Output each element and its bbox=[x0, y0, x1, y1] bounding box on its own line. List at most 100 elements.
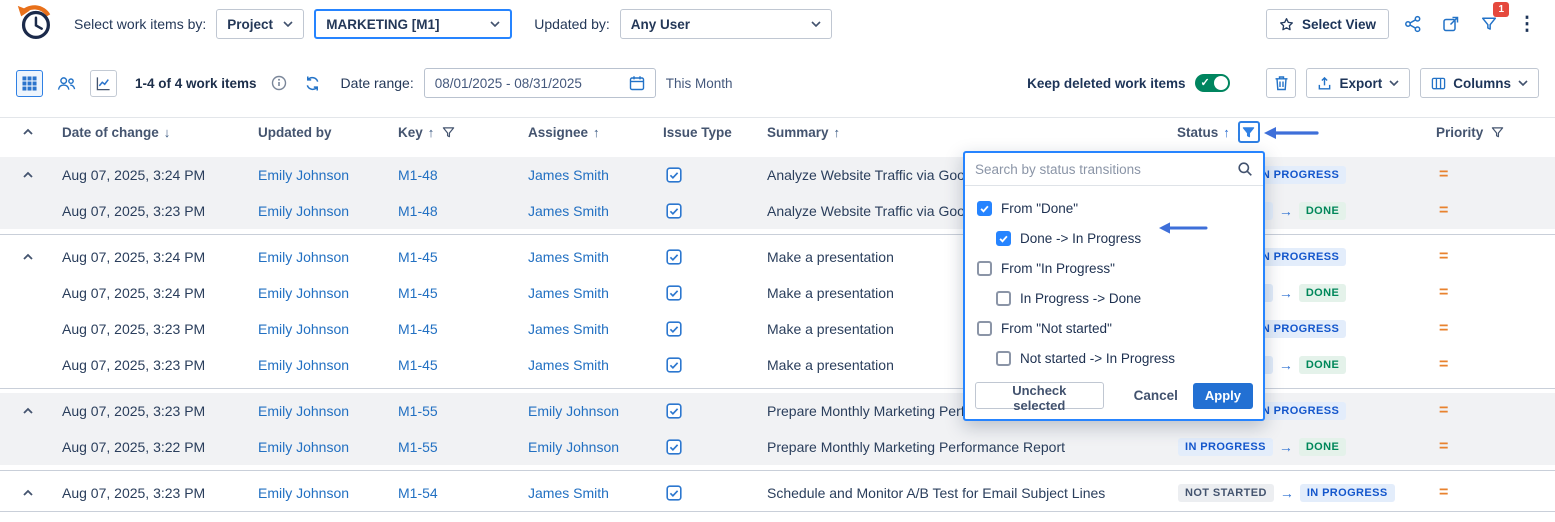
column-header-date-of-change[interactable]: Date of change ↓ bbox=[56, 125, 252, 140]
status-filter-option[interactable]: From "In Progress" bbox=[965, 253, 1263, 283]
chevron-down-icon bbox=[490, 21, 500, 27]
people-view-button[interactable] bbox=[53, 70, 80, 97]
status-to-badge: IN PROGRESS bbox=[1251, 402, 1346, 420]
priority-medium-icon: = bbox=[1430, 284, 1555, 302]
priority-medium-icon: = bbox=[1430, 356, 1555, 374]
work-item-key-link[interactable]: M1-45 bbox=[392, 321, 522, 337]
updated-by-link[interactable]: Emily Johnson bbox=[252, 321, 392, 337]
work-item-key-link[interactable]: M1-45 bbox=[392, 357, 522, 373]
assignee-link[interactable]: James Smith bbox=[522, 357, 657, 373]
updated-by-link[interactable]: Emily Johnson bbox=[252, 439, 392, 455]
table-row: Aug 07, 2025, 3:23 PMEmily JohnsonM1-45J… bbox=[0, 311, 1555, 347]
status-filter-option[interactable]: Not started -> In Progress bbox=[965, 343, 1263, 373]
status-from-badge: IN PROGRESS bbox=[1178, 438, 1273, 456]
priority-medium-icon: = bbox=[1430, 202, 1555, 220]
row-expand-chevron[interactable] bbox=[0, 253, 56, 261]
export-button[interactable]: Export bbox=[1306, 68, 1410, 98]
row-expand-chevron[interactable] bbox=[0, 171, 56, 179]
assignee-link[interactable]: James Smith bbox=[522, 485, 657, 501]
assignee-link[interactable]: Emily Johnson bbox=[522, 403, 657, 419]
table-row: Aug 07, 2025, 3:22 PMEmily JohnsonM1-55E… bbox=[0, 429, 1555, 465]
work-item-key-link[interactable]: M1-55 bbox=[392, 439, 522, 455]
chart-view-button[interactable] bbox=[90, 70, 117, 97]
assignee-link[interactable]: Emily Johnson bbox=[522, 439, 657, 455]
checkbox-unchecked-icon[interactable] bbox=[977, 261, 992, 276]
priority-medium-icon: = bbox=[1430, 484, 1555, 502]
chevron-down-icon bbox=[811, 21, 821, 27]
table-view-button[interactable] bbox=[16, 70, 43, 97]
info-icon[interactable] bbox=[267, 71, 291, 95]
collapse-all-chevron[interactable] bbox=[0, 128, 56, 136]
work-item-key-link[interactable]: M1-45 bbox=[392, 285, 522, 301]
share-button[interactable] bbox=[1399, 10, 1427, 38]
assignee-link[interactable]: James Smith bbox=[522, 203, 657, 219]
date-range-input[interactable]: 08/01/2025 - 08/31/2025 bbox=[424, 68, 656, 98]
sort-asc-icon: ↑ bbox=[428, 125, 435, 140]
status-filter-search bbox=[965, 153, 1263, 186]
checkbox-unchecked-icon[interactable] bbox=[996, 351, 1011, 366]
updated-by-link[interactable]: Emily Johnson bbox=[252, 249, 392, 265]
checkbox-checked-icon[interactable] bbox=[996, 231, 1011, 246]
priority-filter-icon[interactable] bbox=[1491, 126, 1504, 139]
column-header-priority[interactable]: Priority bbox=[1430, 125, 1555, 140]
column-header-assignee[interactable]: Assignee ↑ bbox=[522, 125, 657, 140]
work-item-key-link[interactable]: M1-48 bbox=[392, 203, 522, 219]
grid-view-icon bbox=[22, 76, 37, 91]
assignee-link[interactable]: James Smith bbox=[522, 285, 657, 301]
project-dropdown[interactable]: MARKETING [M1] bbox=[314, 9, 512, 39]
updated-by-link[interactable]: Emily Johnson bbox=[252, 357, 392, 373]
column-header-issue-type[interactable]: Issue Type bbox=[657, 125, 761, 140]
work-item-key-link[interactable]: M1-54 bbox=[392, 485, 522, 501]
work-item-key-link[interactable]: M1-55 bbox=[392, 403, 522, 419]
key-filter-icon[interactable] bbox=[442, 126, 455, 139]
status-filter-option[interactable]: In Progress -> Done bbox=[965, 283, 1263, 313]
people-icon bbox=[57, 76, 76, 91]
uncheck-selected-button[interactable]: Uncheck selected bbox=[975, 382, 1104, 409]
task-type-icon bbox=[666, 203, 682, 219]
assignee-link[interactable]: James Smith bbox=[522, 321, 657, 337]
status-filter-option[interactable]: Done -> In Progress bbox=[965, 223, 1263, 253]
column-header-updated-by[interactable]: Updated by bbox=[252, 125, 392, 140]
status-filter-icon-active[interactable] bbox=[1238, 121, 1260, 143]
select-view-button[interactable]: Select View bbox=[1266, 9, 1389, 39]
work-items-table: Date of change ↓ Updated by Key ↑ Assign… bbox=[0, 117, 1555, 512]
check-icon: ✓ bbox=[1200, 76, 1209, 89]
assignee-link[interactable]: James Smith bbox=[522, 249, 657, 265]
work-item-key-link[interactable]: M1-45 bbox=[392, 249, 522, 265]
updated-by-link[interactable]: Emily Johnson bbox=[252, 485, 392, 501]
assignee-link[interactable]: James Smith bbox=[522, 167, 657, 183]
select-by-dropdown[interactable]: Project bbox=[216, 9, 304, 39]
column-header-key[interactable]: Key ↑ bbox=[392, 125, 522, 140]
updated-by-link[interactable]: Emily Johnson bbox=[252, 203, 392, 219]
issue-type-cell bbox=[657, 249, 761, 265]
delete-button[interactable] bbox=[1266, 68, 1296, 98]
work-item-key-link[interactable]: M1-48 bbox=[392, 167, 522, 183]
status-filter-option[interactable]: From "Not started" bbox=[965, 313, 1263, 343]
column-header-summary[interactable]: Summary ↑ bbox=[761, 125, 1171, 140]
more-menu-button[interactable]: ⋮ bbox=[1513, 10, 1541, 38]
checkbox-unchecked-icon[interactable] bbox=[977, 321, 992, 336]
priority-medium-icon: = bbox=[1430, 402, 1555, 420]
issue-type-cell bbox=[657, 167, 761, 183]
apply-button[interactable]: Apply bbox=[1193, 383, 1253, 409]
updated-by-link[interactable]: Emily Johnson bbox=[252, 167, 392, 183]
checkbox-unchecked-icon[interactable] bbox=[996, 291, 1011, 306]
row-expand-chevron[interactable] bbox=[0, 407, 56, 415]
filters-button[interactable]: 1 bbox=[1475, 10, 1503, 38]
row-expand-chevron[interactable] bbox=[0, 489, 56, 497]
status-filter-popup: From "Done"Done -> In ProgressFrom "In P… bbox=[963, 151, 1265, 421]
checkbox-checked-icon[interactable] bbox=[977, 201, 992, 216]
cancel-button[interactable]: Cancel bbox=[1134, 388, 1178, 403]
date-of-change-cell: Aug 07, 2025, 3:23 PM bbox=[56, 203, 252, 219]
refresh-button[interactable] bbox=[301, 71, 325, 95]
status-search-input[interactable] bbox=[975, 162, 1231, 177]
updated-by-link[interactable]: Emily Johnson bbox=[252, 285, 392, 301]
trash-icon bbox=[1274, 75, 1289, 91]
columns-button[interactable]: Columns bbox=[1420, 68, 1539, 98]
open-in-new-button[interactable] bbox=[1437, 10, 1465, 38]
keep-deleted-toggle[interactable]: ✓ bbox=[1195, 74, 1230, 92]
updated-by-link[interactable]: Emily Johnson bbox=[252, 403, 392, 419]
updated-by-dropdown[interactable]: Any User bbox=[620, 9, 832, 39]
work-items-count: 1-4 of 4 work items bbox=[135, 76, 257, 91]
status-filter-option[interactable]: From "Done" bbox=[965, 193, 1263, 223]
